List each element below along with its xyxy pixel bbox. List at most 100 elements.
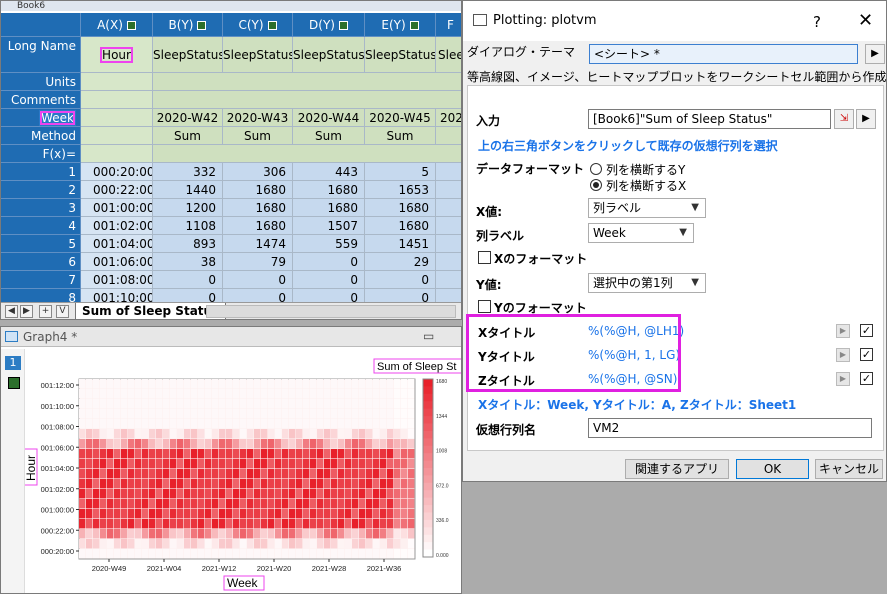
method-cell-e[interactable]: Sum bbox=[365, 127, 436, 145]
table-cell[interactable]: 306 bbox=[223, 163, 293, 181]
y-title-menu-icon[interactable]: ▶ bbox=[836, 348, 850, 362]
table-cell[interactable]: 1680 bbox=[293, 199, 365, 217]
table-cell[interactable]: 001:04:00 bbox=[81, 235, 153, 253]
row-label-long-name[interactable]: Long Name bbox=[1, 37, 81, 73]
related-apps-button[interactable]: 関連するアプリ bbox=[625, 459, 729, 479]
table-cell[interactable]: 332 bbox=[153, 163, 223, 181]
column-header-c[interactable]: C(Y) bbox=[223, 13, 293, 37]
table-cell[interactable]: 1680 bbox=[223, 181, 293, 199]
row-number[interactable]: 2 bbox=[1, 181, 81, 199]
row-label-comments[interactable]: Comments bbox=[1, 91, 81, 109]
z-title-checkbox[interactable]: ✓ bbox=[860, 372, 873, 385]
comments-cell[interactable] bbox=[81, 91, 153, 109]
minimize-icon[interactable]: ▭ bbox=[423, 329, 434, 343]
week-cell-a[interactable] bbox=[81, 109, 153, 127]
help-button[interactable]: ? bbox=[813, 13, 821, 31]
table-cell[interactable] bbox=[436, 181, 461, 199]
table-cell[interactable]: 001:06:00 bbox=[81, 253, 153, 271]
heatmap-chart[interactable]: 000:20:00 000:22:00 001:00:00 001:02:00 001:… bbox=[25, 349, 461, 593]
table-cell[interactable]: 001:08:00 bbox=[81, 271, 153, 289]
next-sheet-button[interactable]: ▶ bbox=[20, 305, 33, 318]
column-header-a[interactable]: A(X) bbox=[81, 13, 153, 37]
long-name-cell-d[interactable]: SleepStatus bbox=[293, 37, 365, 73]
week-cell-d[interactable]: 2020-W44 bbox=[293, 109, 365, 127]
sheet-list-button[interactable]: V bbox=[56, 305, 69, 318]
table-cell[interactable]: 0 bbox=[293, 253, 365, 271]
table-cell[interactable] bbox=[436, 235, 461, 253]
table-cell[interactable] bbox=[436, 271, 461, 289]
table-cell[interactable] bbox=[436, 217, 461, 235]
table-cell[interactable]: 1440 bbox=[153, 181, 223, 199]
table-cell[interactable]: 0 bbox=[293, 271, 365, 289]
long-name-cell-a[interactable]: Hour bbox=[81, 37, 153, 73]
row-number[interactable]: 1 bbox=[1, 163, 81, 181]
table-cell[interactable]: 1680 bbox=[223, 199, 293, 217]
sheet-tab[interactable]: Sum of Sleep Status bbox=[75, 303, 227, 319]
column-header-d[interactable]: D(Y) bbox=[293, 13, 365, 37]
horizontal-scrollbar[interactable] bbox=[206, 305, 456, 318]
table-cell[interactable]: 1108 bbox=[153, 217, 223, 235]
table-cell[interactable]: 1680 bbox=[365, 217, 436, 235]
table-cell[interactable]: 1451 bbox=[365, 235, 436, 253]
week-cell-b[interactable]: 2020-W42 bbox=[153, 109, 223, 127]
table-cell[interactable]: 000:20:00 bbox=[81, 163, 153, 181]
y-value-combo[interactable]: 選択中の第1列 ▼ bbox=[588, 273, 706, 293]
input-menu-button[interactable]: ▶ bbox=[856, 109, 876, 129]
y-title-checkbox[interactable]: ✓ bbox=[860, 348, 873, 361]
table-cell[interactable]: 559 bbox=[293, 235, 365, 253]
first-sheet-button[interactable]: ◀ bbox=[5, 305, 18, 318]
theme-menu-button[interactable]: ▶ bbox=[865, 44, 885, 64]
table-cell[interactable] bbox=[436, 199, 461, 217]
column-header-e[interactable]: E(Y) bbox=[365, 13, 436, 37]
method-cell-c[interactable]: Sum bbox=[223, 127, 293, 145]
table-cell[interactable]: 1680 bbox=[223, 217, 293, 235]
table-cell[interactable]: 893 bbox=[153, 235, 223, 253]
x-format-checkbox[interactable] bbox=[478, 251, 491, 264]
row-label-week[interactable]: Week bbox=[1, 109, 81, 127]
table-cell[interactable]: 38 bbox=[153, 253, 223, 271]
row-label-fx[interactable]: F(x)= bbox=[1, 145, 81, 163]
week-cell-f[interactable]: 202 bbox=[436, 109, 461, 127]
method-cell-f[interactable] bbox=[436, 127, 461, 145]
comments-cell[interactable] bbox=[153, 91, 461, 109]
column-header-f[interactable]: F bbox=[436, 13, 461, 37]
column-header-b[interactable]: B(Y) bbox=[153, 13, 223, 37]
table-cell[interactable]: 29 bbox=[365, 253, 436, 271]
table-cell[interactable]: 0 bbox=[153, 271, 223, 289]
vm-name-field[interactable]: VM2 bbox=[588, 418, 872, 438]
units-cell[interactable] bbox=[153, 73, 461, 91]
week-cell-e[interactable]: 2020-W45 bbox=[365, 109, 436, 127]
table-cell[interactable]: 1474 bbox=[223, 235, 293, 253]
table-cell[interactable]: 1653 bbox=[365, 181, 436, 199]
table-cell[interactable]: 001:02:00 bbox=[81, 217, 153, 235]
layer-1-button[interactable]: 1 bbox=[5, 356, 21, 370]
table-cell[interactable]: 001:00:00 bbox=[81, 199, 153, 217]
table-cell[interactable]: 79 bbox=[223, 253, 293, 271]
units-cell[interactable] bbox=[81, 73, 153, 91]
close-button[interactable]: ✕ bbox=[858, 10, 873, 31]
table-cell[interactable]: 0 bbox=[223, 271, 293, 289]
table-cell[interactable] bbox=[436, 163, 461, 181]
column-label-combo[interactable]: Week ▼ bbox=[588, 223, 694, 243]
x-title-checkbox[interactable]: ✓ bbox=[860, 324, 873, 337]
row-number[interactable]: 7 bbox=[1, 271, 81, 289]
radio-x-across-columns[interactable] bbox=[590, 179, 602, 191]
table-cell[interactable]: 0 bbox=[365, 271, 436, 289]
table-cell[interactable]: 1680 bbox=[365, 199, 436, 217]
table-cell[interactable]: 000:22:00 bbox=[81, 181, 153, 199]
y-format-checkbox[interactable] bbox=[478, 300, 491, 313]
row-number[interactable]: 3 bbox=[1, 199, 81, 217]
row-label-units[interactable]: Units bbox=[1, 73, 81, 91]
table-cell[interactable]: 443 bbox=[293, 163, 365, 181]
range-select-icon[interactable]: ⇲ bbox=[834, 109, 854, 129]
table-cell[interactable]: 1507 bbox=[293, 217, 365, 235]
radio-y-across-columns[interactable] bbox=[590, 163, 602, 175]
fx-cell[interactable] bbox=[81, 145, 153, 163]
method-cell-d[interactable]: Sum bbox=[293, 127, 365, 145]
theme-combo[interactable]: <シート> * bbox=[589, 44, 858, 64]
add-sheet-button[interactable]: + bbox=[39, 305, 52, 318]
ok-button[interactable]: OK bbox=[736, 459, 809, 479]
cancel-button[interactable]: キャンセル bbox=[815, 459, 883, 479]
long-name-cell-e[interactable]: SleepStatus bbox=[365, 37, 436, 73]
lock-icon[interactable] bbox=[8, 377, 20, 389]
